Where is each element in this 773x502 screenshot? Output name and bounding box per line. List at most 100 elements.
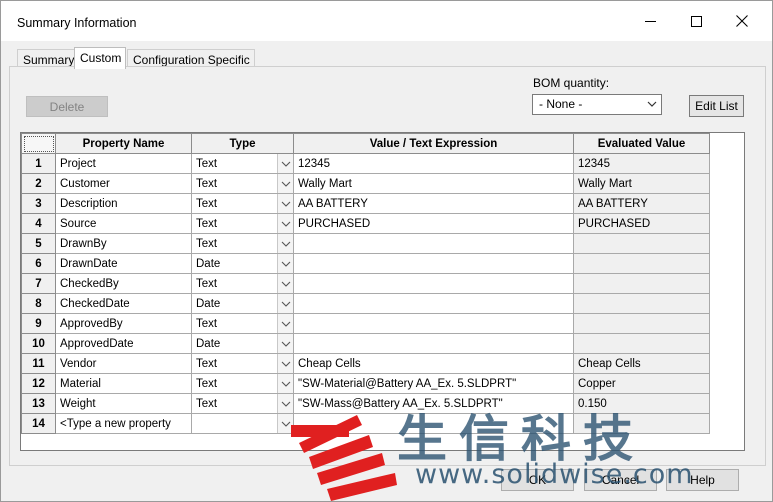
type-dropdown-button[interactable] — [277, 274, 293, 293]
type-cell[interactable]: Text — [191, 353, 294, 374]
type-dropdown-button[interactable] — [277, 234, 293, 253]
value-cell[interactable] — [293, 293, 574, 314]
row-number[interactable]: 12 — [21, 373, 56, 394]
value-cell[interactable]: "SW-Material@Battery AA_Ex. 5.SLDPRT" — [293, 373, 574, 394]
value-cell[interactable]: AA BATTERY — [293, 193, 574, 214]
type-cell[interactable]: Text — [191, 313, 294, 334]
value-cell[interactable]: Wally Mart — [293, 173, 574, 194]
row-number[interactable]: 4 — [21, 213, 56, 234]
type-cell[interactable]: Text — [191, 213, 294, 234]
row-number[interactable]: 8 — [21, 293, 56, 314]
row-number[interactable]: 7 — [21, 273, 56, 294]
type-cell[interactable]: Date — [191, 293, 294, 314]
table-row[interactable]: 1 Project Text 12345 12345 — [21, 153, 710, 174]
table-row[interactable]: 6 DrawnDate Date — [21, 253, 710, 274]
value-cell[interactable]: Cheap Cells — [293, 353, 574, 374]
table-row[interactable]: 4 Source Text PURCHASED PURCHASED — [21, 213, 710, 234]
table-row[interactable]: 2 Customer Text Wally Mart Wally Mart — [21, 173, 710, 194]
value-cell[interactable]: "SW-Mass@Battery AA_Ex. 5.SLDPRT" — [293, 393, 574, 414]
value-cell[interactable] — [293, 253, 574, 274]
type-dropdown-button[interactable] — [277, 174, 293, 193]
maximize-button[interactable] — [673, 1, 719, 41]
row-number[interactable]: 2 — [21, 173, 56, 194]
delete-button[interactable]: Delete — [26, 96, 108, 117]
type-dropdown-button[interactable] — [277, 254, 293, 273]
edit-list-button[interactable]: Edit List — [689, 95, 744, 117]
value-cell[interactable]: PURCHASED — [293, 213, 574, 234]
table-row[interactable]: 9 ApprovedBy Text — [21, 313, 710, 334]
type-cell[interactable]: Text — [191, 233, 294, 254]
type-cell[interactable]: Date — [191, 333, 294, 354]
type-dropdown-button[interactable] — [277, 194, 293, 213]
property-name-cell[interactable]: ApprovedDate — [55, 333, 192, 354]
ok-button[interactable]: OK — [501, 469, 574, 491]
table-row[interactable]: 5 DrawnBy Text — [21, 233, 710, 254]
value-cell[interactable] — [293, 233, 574, 254]
row-number[interactable]: 14 — [21, 413, 56, 434]
property-name-cell[interactable]: CheckedBy — [55, 273, 192, 294]
row-number[interactable]: 10 — [21, 333, 56, 354]
chevron-down-icon — [281, 261, 290, 267]
row-number[interactable]: 6 — [21, 253, 56, 274]
property-name-cell[interactable]: Vendor — [55, 353, 192, 374]
type-dropdown-button[interactable] — [277, 394, 293, 413]
select-all-corner[interactable] — [21, 133, 56, 154]
type-dropdown-button[interactable] — [277, 214, 293, 233]
header-property-name[interactable]: Property Name — [55, 133, 192, 154]
value-cell[interactable] — [293, 273, 574, 294]
property-name-cell[interactable]: Project — [55, 153, 192, 174]
row-number[interactable]: 3 — [21, 193, 56, 214]
row-number[interactable]: 9 — [21, 313, 56, 334]
minimize-button[interactable] — [627, 1, 673, 41]
tab-custom[interactable]: Custom — [74, 47, 127, 69]
table-row[interactable]: 3 Description Text AA BATTERY AA BATTERY — [21, 193, 710, 214]
type-cell[interactable]: Text — [191, 373, 294, 394]
close-button[interactable] — [719, 1, 765, 41]
property-name-cell[interactable]: Weight — [55, 393, 192, 414]
table-row[interactable]: 13 Weight Text "SW-Mass@Battery AA_Ex. 5.SL… — [21, 393, 710, 414]
type-cell[interactable]: Text — [191, 153, 294, 174]
property-name-cell[interactable]: ApprovedBy — [55, 313, 192, 334]
row-number[interactable]: 11 — [21, 353, 56, 374]
type-dropdown-button[interactable] — [277, 374, 293, 393]
value-cell[interactable] — [293, 333, 574, 354]
table-row[interactable]: 8 CheckedDate Date — [21, 293, 710, 314]
type-cell[interactable]: Text — [191, 173, 294, 194]
row-number[interactable]: 1 — [21, 153, 56, 174]
table-row[interactable]: 7 CheckedBy Text — [21, 273, 710, 294]
help-button[interactable]: Help — [666, 469, 739, 491]
property-name-cell[interactable]: Description — [55, 193, 192, 214]
property-name-cell[interactable]: CheckedDate — [55, 293, 192, 314]
property-name-cell[interactable]: Source — [55, 213, 192, 234]
header-value[interactable]: Value / Text Expression — [293, 133, 574, 154]
type-dropdown-button[interactable] — [277, 354, 293, 373]
table-row[interactable]: 12 Material Text "SW-Material@Battery AA_Ex… — [21, 373, 710, 394]
table-row[interactable]: 11 Vendor Text Cheap Cells Cheap Cells — [21, 353, 710, 374]
value-cell[interactable]: 12345 — [293, 153, 574, 174]
property-name-cell[interactable]: DrawnDate — [55, 253, 192, 274]
row-number[interactable]: 5 — [21, 233, 56, 254]
type-dropdown-button[interactable] — [277, 414, 293, 433]
table-row[interactable]: 14 <Type a new property — [21, 413, 710, 434]
type-dropdown-button[interactable] — [277, 294, 293, 313]
value-cell[interactable] — [293, 413, 574, 434]
cancel-button[interactable]: Cancel — [584, 469, 657, 491]
property-name-cell[interactable]: Material — [55, 373, 192, 394]
property-name-cell[interactable]: <Type a new property — [55, 413, 192, 434]
table-row[interactable]: 10 ApprovedDate Date — [21, 333, 710, 354]
type-dropdown-button[interactable] — [277, 334, 293, 353]
type-cell[interactable]: Date — [191, 253, 294, 274]
type-cell[interactable] — [191, 413, 294, 434]
type-cell[interactable]: Text — [191, 393, 294, 414]
value-cell[interactable] — [293, 313, 574, 334]
type-dropdown-button[interactable] — [277, 314, 293, 333]
row-number[interactable]: 13 — [21, 393, 56, 414]
type-cell[interactable]: Text — [191, 273, 294, 294]
property-name-cell[interactable]: DrawnBy — [55, 233, 192, 254]
bom-quantity-select[interactable]: - None - — [532, 94, 662, 115]
property-name-cell[interactable]: Customer — [55, 173, 192, 194]
type-dropdown-button[interactable] — [277, 154, 293, 173]
type-cell[interactable]: Text — [191, 193, 294, 214]
header-type[interactable]: Type — [191, 133, 294, 154]
header-evaluated-value[interactable]: Evaluated Value — [573, 133, 710, 154]
